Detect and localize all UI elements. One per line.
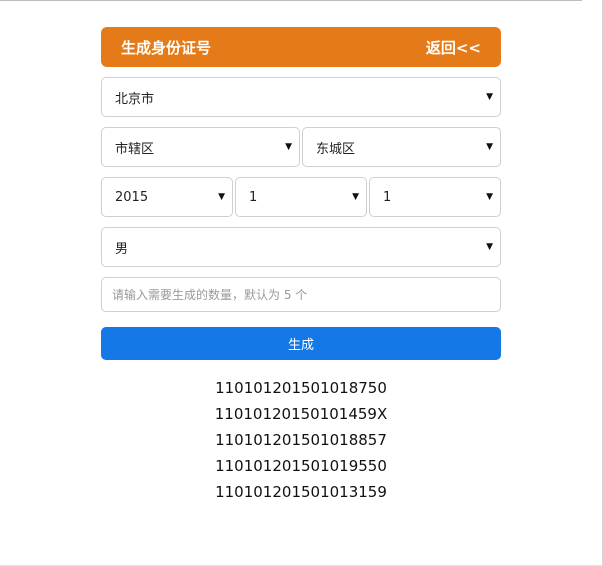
page-title: 生成身份证号 bbox=[121, 38, 212, 57]
gender-select[interactable]: 男 ▼ bbox=[101, 227, 501, 267]
back-link[interactable]: 返回<< bbox=[426, 37, 481, 58]
gender-select-value: 男 bbox=[115, 241, 129, 257]
gender-row: 男 ▼ bbox=[101, 227, 501, 267]
generate-button[interactable]: 生成 bbox=[101, 327, 501, 360]
chevron-down-icon: ▼ bbox=[486, 92, 493, 102]
chevron-down-icon: ▼ bbox=[486, 142, 493, 152]
province-select[interactable]: 北京市 ▼ bbox=[101, 77, 501, 117]
id-generator-panel: 生成身份证号 返回<< 北京市 ▼ 市辖区 ▼ 东城区 ▼ 2015 ▼ 1 ▼… bbox=[101, 27, 501, 505]
district-select[interactable]: 东城区 ▼ bbox=[302, 127, 501, 167]
result-item: 11010120150101459X bbox=[214, 405, 388, 423]
result-item: 110101201501018857 bbox=[215, 431, 387, 449]
year-select-value: 2015 bbox=[115, 189, 149, 205]
chevron-down-icon: ▼ bbox=[218, 192, 225, 202]
result-item: 110101201501013159 bbox=[215, 483, 387, 501]
result-list: 110101201501018750 11010120150101459X 11… bbox=[101, 375, 501, 505]
page-header: 生成身份证号 返回<< bbox=[101, 27, 501, 67]
result-item: 110101201501018750 bbox=[215, 379, 387, 397]
quantity-input[interactable] bbox=[101, 277, 501, 312]
province-select-value: 北京市 bbox=[115, 91, 155, 107]
chevron-down-icon: ▼ bbox=[486, 192, 493, 202]
chevron-down-icon: ▼ bbox=[285, 142, 292, 152]
birthdate-row: 2015 ▼ 1 ▼ 1 ▼ bbox=[101, 177, 501, 217]
month-select-value: 1 bbox=[249, 189, 258, 205]
result-item: 110101201501019550 bbox=[215, 457, 387, 475]
chevron-down-icon: ▼ bbox=[352, 192, 359, 202]
day-select-value: 1 bbox=[383, 189, 392, 205]
province-row: 北京市 ▼ bbox=[101, 77, 501, 117]
city-select-value: 市辖区 bbox=[115, 141, 155, 157]
month-select[interactable]: 1 ▼ bbox=[235, 177, 367, 217]
day-select[interactable]: 1 ▼ bbox=[369, 177, 501, 217]
year-select[interactable]: 2015 ▼ bbox=[101, 177, 233, 217]
city-district-row: 市辖区 ▼ 东城区 ▼ bbox=[101, 127, 501, 167]
chevron-down-icon: ▼ bbox=[486, 242, 493, 252]
district-select-value: 东城区 bbox=[316, 141, 356, 157]
window-top-border bbox=[0, 0, 582, 1]
city-select[interactable]: 市辖区 ▼ bbox=[101, 127, 300, 167]
